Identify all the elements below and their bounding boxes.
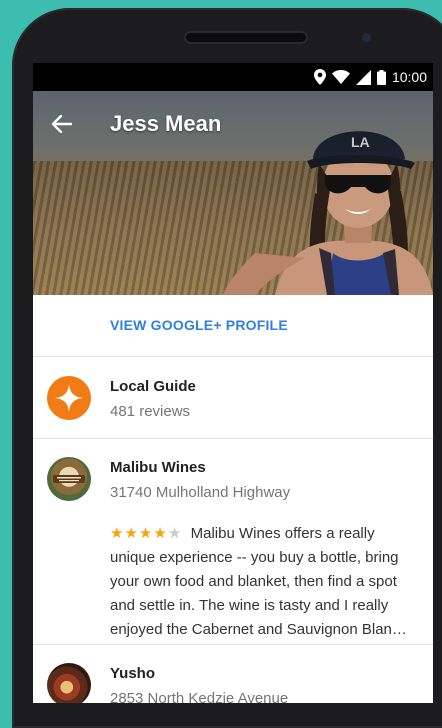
arrow-left-icon	[52, 115, 72, 133]
wifi-icon	[331, 70, 350, 84]
divider	[33, 644, 433, 645]
local-guide-review-count: 481 reviews	[110, 403, 191, 420]
divider	[33, 356, 433, 357]
earpiece-speaker	[184, 31, 308, 44]
status-bar: 10:00	[33, 63, 433, 91]
status-icons: 10:00	[313, 67, 427, 87]
front-camera	[362, 33, 371, 42]
header-gradient	[33, 91, 433, 161]
malibu-wines-place-photo	[47, 457, 91, 501]
profile-name: Jess Mean	[110, 111, 222, 136]
place-thumbnail	[53, 475, 85, 483]
star-empty-icon: ★	[167, 525, 183, 542]
review-place-name: Yusho	[110, 665, 156, 682]
divider	[33, 438, 433, 439]
battery-icon	[376, 69, 386, 85]
signal-icon	[355, 69, 371, 85]
star-icon: ★	[138, 525, 154, 542]
star-icon: ★	[124, 525, 139, 542]
review-place-address: 2853 North Kedzie Avenue	[110, 690, 289, 703]
local-guide-badge	[47, 376, 91, 420]
profile-cover-photo: LA Jess Mean	[33, 91, 433, 295]
review-place-address: 31740 Mulholland Highway	[110, 484, 291, 501]
status-time: 10:00	[391, 69, 427, 85]
local-guide-title: Local Guide	[110, 378, 196, 395]
star-icon: ★	[153, 525, 168, 542]
yusho-place-photo	[47, 663, 91, 703]
location-pin-icon	[313, 69, 326, 85]
review-place-name: Malibu Wines	[110, 459, 206, 476]
star-icon: ★	[110, 525, 125, 542]
phone-screen: 10:00 Jess Mean VIEW GOOGLE+ PROFILE Loc…	[33, 63, 433, 703]
back-button[interactable]	[49, 111, 75, 137]
view-google-plus-profile-link[interactable]: VIEW GOOGLE+ PROFILE	[110, 317, 288, 333]
local-guide-star-icon	[55, 384, 83, 412]
rating-stars: ★★★★★	[110, 525, 182, 542]
review-body: ★★★★★ Malibu Wines offers a really uniqu…	[110, 522, 420, 642]
